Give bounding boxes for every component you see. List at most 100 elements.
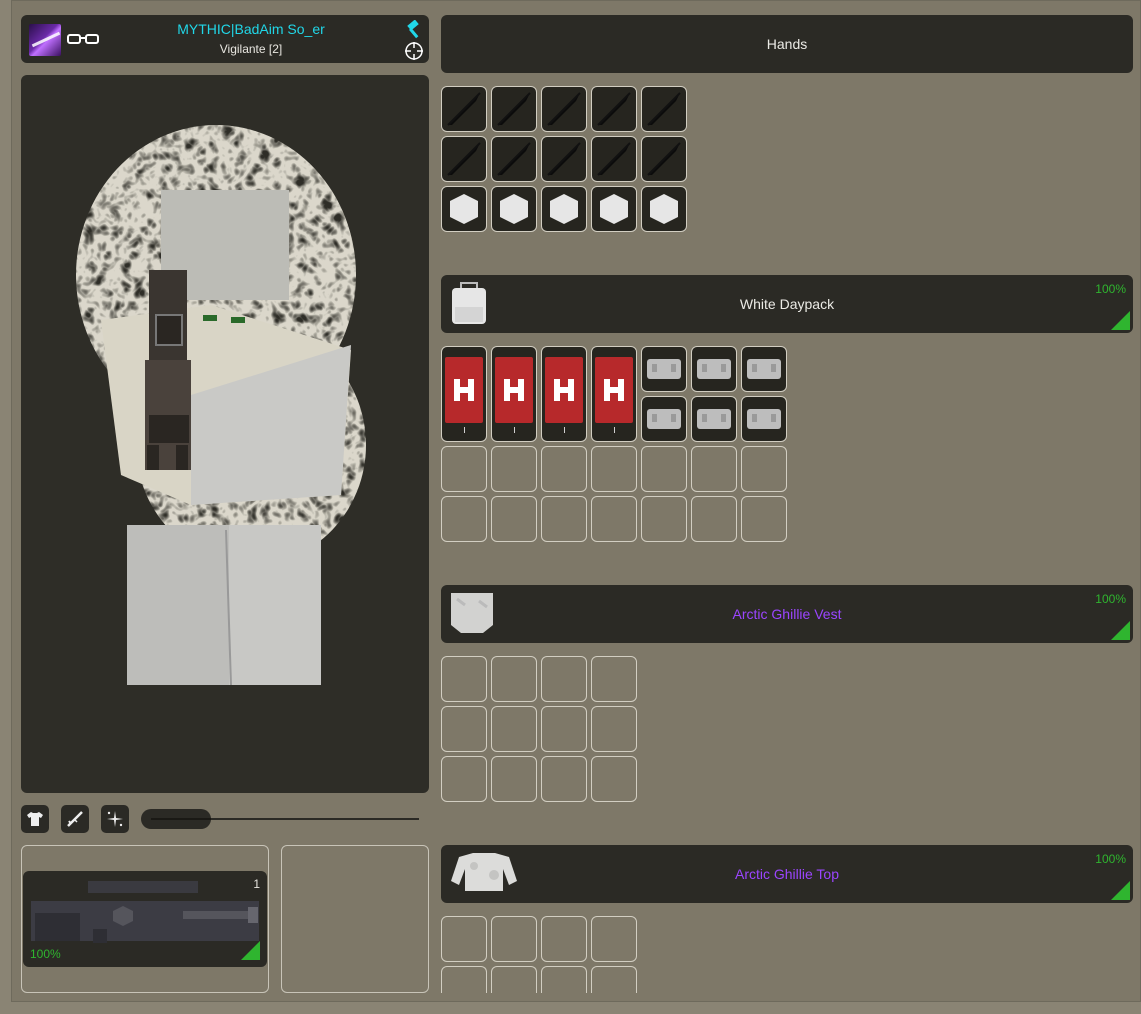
sparkle-icon[interactable] bbox=[101, 805, 129, 833]
vest-quality: 100% bbox=[1095, 592, 1126, 606]
empty-slot[interactable] bbox=[591, 706, 637, 752]
top-quality: 100% bbox=[1095, 852, 1126, 866]
knife-item[interactable] bbox=[541, 86, 587, 132]
small-pack-item[interactable] bbox=[691, 346, 737, 392]
knife-item[interactable] bbox=[441, 136, 487, 182]
empty-slot[interactable] bbox=[441, 446, 487, 492]
empty-slot[interactable] bbox=[541, 446, 587, 492]
daypack-title: White Daypack bbox=[739, 296, 835, 312]
quality-indicator bbox=[1111, 881, 1130, 900]
empty-slot[interactable] bbox=[691, 496, 737, 542]
empty-slot[interactable] bbox=[541, 916, 587, 962]
knife-icon bbox=[547, 92, 581, 126]
empty-slot[interactable] bbox=[541, 496, 587, 542]
knife-item[interactable] bbox=[641, 86, 687, 132]
empty-slot[interactable] bbox=[541, 656, 587, 702]
knife-item[interactable] bbox=[491, 86, 537, 132]
zoom-slider-handle[interactable] bbox=[141, 809, 211, 829]
empty-slot[interactable] bbox=[591, 446, 637, 492]
small-pack-item[interactable] bbox=[641, 346, 687, 392]
empty-slot[interactable] bbox=[591, 966, 637, 993]
knife-icon bbox=[597, 92, 631, 126]
daypack-header[interactable]: White Daypack 100% bbox=[441, 275, 1133, 333]
empty-slot[interactable] bbox=[591, 656, 637, 702]
empty-slot[interactable] bbox=[491, 966, 537, 993]
empty-slot[interactable] bbox=[541, 756, 587, 802]
small-pack-item[interactable] bbox=[691, 396, 737, 442]
knife-item[interactable] bbox=[491, 136, 537, 182]
knife-item[interactable] bbox=[591, 136, 637, 182]
knife-icon bbox=[497, 142, 531, 176]
empty-slot[interactable] bbox=[541, 706, 587, 752]
quality-indicator bbox=[1111, 621, 1130, 640]
glasses-icon bbox=[67, 32, 99, 50]
quality-indicator bbox=[241, 941, 260, 960]
player-avatar bbox=[29, 24, 61, 56]
empty-slot[interactable] bbox=[441, 966, 487, 993]
empty-slot[interactable] bbox=[641, 446, 687, 492]
hexagon-icon bbox=[450, 194, 478, 224]
bandage-item[interactable] bbox=[541, 346, 587, 442]
small-pack-icon bbox=[747, 409, 781, 429]
rifle-icon[interactable] bbox=[61, 805, 89, 833]
empty-slot[interactable] bbox=[541, 966, 587, 993]
bandage-icon bbox=[545, 357, 583, 423]
small-pack-icon bbox=[747, 359, 781, 379]
empty-slot[interactable] bbox=[491, 706, 537, 752]
knife-icon bbox=[547, 142, 581, 176]
empty-slot[interactable] bbox=[441, 496, 487, 542]
empty-slot[interactable] bbox=[441, 706, 487, 752]
empty-slot[interactable] bbox=[491, 446, 537, 492]
empty-slot[interactable] bbox=[491, 916, 537, 962]
player-group: Vigilante [2] bbox=[219, 42, 283, 56]
empty-slot[interactable] bbox=[441, 656, 487, 702]
character-model bbox=[76, 125, 366, 686]
crosshair-icon[interactable] bbox=[404, 41, 424, 66]
empty-slot[interactable] bbox=[491, 656, 537, 702]
secondary-weapon-slot[interactable] bbox=[281, 845, 429, 993]
empty-slot[interactable] bbox=[591, 756, 637, 802]
top-header[interactable]: Arctic Ghillie Top 100% bbox=[441, 845, 1133, 903]
knife-item[interactable] bbox=[641, 136, 687, 182]
bandage-item[interactable] bbox=[441, 346, 487, 442]
hexagon-item[interactable] bbox=[541, 186, 587, 232]
daypack-quality: 100% bbox=[1095, 282, 1126, 296]
empty-slot[interactable] bbox=[741, 496, 787, 542]
bandage-icon bbox=[445, 357, 483, 423]
hands-header: Hands bbox=[441, 15, 1133, 73]
empty-slot[interactable] bbox=[691, 446, 737, 492]
primary-weapon-item[interactable]: 1 100% bbox=[23, 871, 267, 967]
small-pack-icon bbox=[697, 359, 731, 379]
small-pack-icon bbox=[697, 409, 731, 429]
vest-header[interactable]: Arctic Ghillie Vest 100% bbox=[441, 585, 1133, 643]
hexagon-icon bbox=[650, 194, 678, 224]
weapon-count: 1 bbox=[253, 877, 260, 891]
hexagon-item[interactable] bbox=[441, 186, 487, 232]
empty-slot[interactable] bbox=[591, 916, 637, 962]
empty-slot[interactable] bbox=[441, 916, 487, 962]
shirt-icon[interactable] bbox=[21, 805, 49, 833]
knife-item[interactable] bbox=[591, 86, 637, 132]
small-pack-item[interactable] bbox=[741, 396, 787, 442]
bandage-icon bbox=[495, 357, 533, 423]
hexagon-item[interactable] bbox=[591, 186, 637, 232]
quality-indicator bbox=[1111, 311, 1130, 330]
empty-slot[interactable] bbox=[491, 496, 537, 542]
empty-slot[interactable] bbox=[641, 496, 687, 542]
small-pack-item[interactable] bbox=[641, 396, 687, 442]
empty-slot[interactable] bbox=[591, 496, 637, 542]
player-name: MYTHIC|BadAim So_er bbox=[177, 21, 325, 37]
empty-slot[interactable] bbox=[491, 756, 537, 802]
knife-item[interactable] bbox=[541, 136, 587, 182]
knife-item[interactable] bbox=[441, 86, 487, 132]
bandage-item[interactable] bbox=[491, 346, 537, 442]
empty-slot[interactable] bbox=[441, 756, 487, 802]
character-preview[interactable] bbox=[21, 75, 429, 793]
small-pack-item[interactable] bbox=[741, 346, 787, 392]
empty-slot[interactable] bbox=[741, 446, 787, 492]
hexagon-item[interactable] bbox=[641, 186, 687, 232]
bandage-item[interactable] bbox=[591, 346, 637, 442]
vest-title: Arctic Ghillie Vest bbox=[732, 606, 842, 622]
hexagon-item[interactable] bbox=[491, 186, 537, 232]
top-title: Arctic Ghillie Top bbox=[734, 866, 839, 882]
